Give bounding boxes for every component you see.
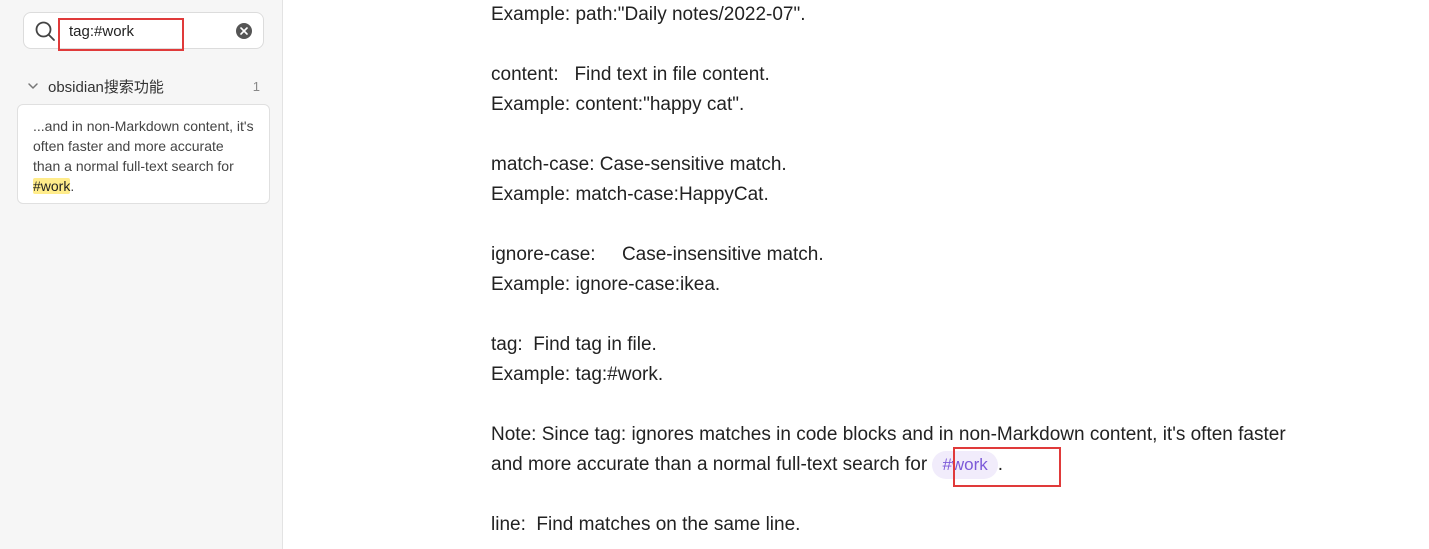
clear-search-icon[interactable] [235, 22, 253, 40]
result-group-header[interactable]: obsidian搜索功能 1 [26, 74, 266, 98]
note-line-2: and more accurate than a normal full-tex… [491, 450, 1003, 480]
content-example-line: Example: content:"happy cat". [491, 94, 745, 115]
note-line-2-end: . [997, 454, 1004, 475]
search-sidebar: obsidian搜索功能 1 ...and in non-Markdown co… [0, 0, 283, 549]
note-line-2-text: and more accurate than a normal full-tex… [491, 454, 933, 475]
tag-example-line: Example: tag:#work. [491, 364, 664, 385]
result-count: 1 [252, 78, 260, 94]
match-case-example-line: Example: match-case:HappyCat. [491, 184, 769, 205]
app-window: obsidian搜索功能 1 ...and in non-Markdown co… [0, 0, 1429, 549]
search-input[interactable] [69, 20, 229, 42]
search-icon [35, 21, 55, 41]
chevron-down-icon[interactable] [26, 79, 40, 93]
ignore-case-desc-line: ignore-case: Case-insensitive match. [491, 244, 824, 265]
content-desc-line: content: Find text in file content. [491, 64, 770, 85]
snippet-text-end: . [70, 178, 75, 194]
search-result-snippet[interactable]: ...and in non-Markdown content, it's oft… [17, 104, 270, 204]
result-file-title[interactable]: obsidian搜索功能 [48, 76, 253, 97]
snippet-text: ...and in non-Markdown content, it's oft… [33, 118, 254, 174]
path-example-line: Example: path:"Daily notes/2022-07". [491, 4, 806, 25]
note-line-1: Note: Since tag: ignores matches in code… [491, 424, 1286, 445]
ignore-case-example-line: Example: ignore-case:ikea. [491, 274, 721, 295]
snippet-match: #work [33, 178, 71, 194]
line-desc-line: line: Find matches on the same line. [491, 514, 801, 535]
editor-pane: Example: path:"Daily notes/2022-07". con… [284, 0, 1429, 549]
tag-desc-line: tag: Find tag in file. [491, 334, 657, 355]
work-tag[interactable]: #work [932, 451, 998, 479]
search-box[interactable] [23, 12, 264, 49]
match-case-desc-line: match-case: Case-sensitive match. [491, 154, 787, 175]
